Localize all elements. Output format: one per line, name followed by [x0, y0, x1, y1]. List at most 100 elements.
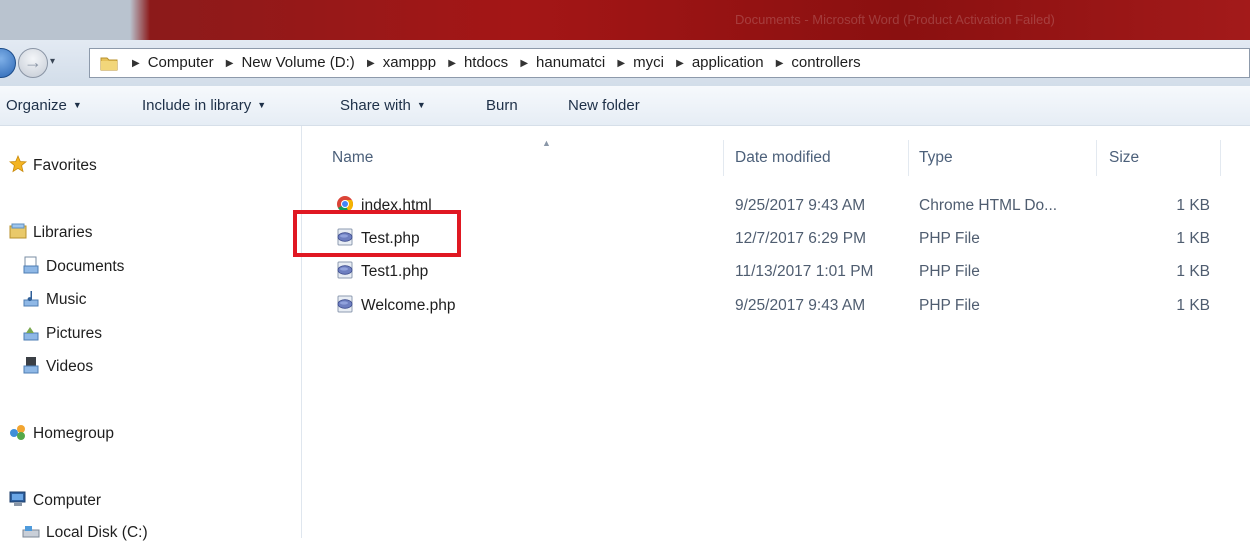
file-date: 11/13/2017 1:01 PM [735, 263, 874, 280]
chrome-icon [337, 196, 353, 212]
nav-item-label: Homegroup [33, 425, 114, 442]
pictures-icon [23, 327, 39, 341]
title-bar: Documents - Microsoft Word (Product Acti… [0, 0, 1250, 40]
chevron-down-icon: ▼ [416, 100, 426, 110]
burn-button[interactable]: Burn [486, 86, 518, 126]
php-file-icon [337, 228, 353, 246]
command-toolbar: Organize ▼ Include in library ▼ Share with… [0, 86, 1250, 126]
file-type: Chrome HTML Do... [919, 197, 1058, 214]
breadcrumb: ▶ Computer ▶ New Volume (D:) ▶ xamppp ▶ htdo… [124, 49, 861, 77]
computer-icon [9, 491, 26, 506]
breadcrumb-separator: ▶ [520, 58, 529, 69]
include-in-library-label: Include in library [142, 97, 252, 114]
forward-button[interactable]: → [18, 48, 48, 78]
breadcrumb-application[interactable]: application [692, 54, 764, 71]
nav-item-pictures[interactable]: Pictures [22, 322, 102, 346]
file-row[interactable]: Test.php 12/7/2017 6:29 PM PHP File 1 KB [302, 222, 1250, 255]
nav-item-favorites[interactable]: Favorites [9, 154, 97, 178]
file-name-cell[interactable]: Test1.php [336, 255, 428, 288]
breadcrumb-new-volume[interactable]: New Volume (D:) [241, 54, 354, 71]
file-size: 1 KB [1176, 230, 1210, 247]
file-row[interactable]: Test1.php 11/13/2017 1:01 PM PHP File 1 … [302, 255, 1250, 288]
breadcrumb-controllers[interactable]: controllers [791, 54, 860, 71]
column-divider[interactable] [1096, 140, 1097, 176]
file-name: Welcome.php [361, 297, 456, 314]
hard-drive-icon [22, 526, 40, 538]
column-header-name[interactable]: Name [332, 146, 373, 170]
new-folder-label: New folder [568, 97, 640, 114]
nav-item-libraries[interactable]: Libraries [9, 221, 92, 245]
file-type: PHP File [919, 230, 980, 247]
column-header-date-modified[interactable]: Date modified [735, 146, 831, 170]
php-file-icon [337, 261, 353, 279]
share-with-label: Share with [340, 97, 411, 114]
php-file-icon [337, 295, 353, 313]
videos-icon [23, 357, 39, 374]
nav-item-music[interactable]: Music [22, 288, 86, 312]
organize-menu[interactable]: Organize ▼ [6, 86, 82, 126]
file-type: PHP File [919, 297, 980, 314]
file-size: 1 KB [1176, 197, 1210, 214]
nav-item-label: Libraries [33, 224, 93, 241]
breadcrumb-separator: ▶ [448, 58, 456, 69]
file-date: 9/25/2017 9:43 AM [735, 297, 866, 314]
new-folder-button[interactable]: New folder [568, 86, 640, 126]
address-bar[interactable]: ▶ Computer ▶ New Volume (D:) ▶ xamppp ▶ htdo… [89, 48, 1250, 78]
include-in-library-menu[interactable]: Include in library ▼ [142, 86, 266, 126]
breadcrumb-separator: ▶ [132, 58, 140, 69]
file-name: Test1.php [361, 263, 429, 280]
breadcrumb-hanumatci[interactable]: hanumatci [536, 54, 605, 71]
folder-icon [100, 57, 118, 71]
chevron-down-icon: ▼ [72, 100, 82, 110]
nav-item-label: Videos [46, 358, 94, 375]
breadcrumb-computer[interactable]: Computer [148, 54, 214, 71]
nav-item-label: Computer [33, 492, 102, 509]
chevron-down-icon: ▼ [257, 100, 267, 110]
breadcrumb-htdocs[interactable]: htdocs [464, 54, 508, 71]
homegroup-icon [10, 425, 25, 440]
navigation-pane: Favorites Libraries Documents Music Pict… [0, 126, 302, 541]
column-divider[interactable] [1220, 140, 1221, 176]
music-icon [23, 291, 39, 307]
documents-icon [23, 256, 39, 274]
breadcrumb-separator: ▶ [366, 58, 375, 69]
breadcrumb-separator: ▶ [676, 58, 684, 69]
recent-pages-button[interactable]: ▾ [50, 56, 60, 68]
file-row[interactable]: index.html 9/25/2017 9:43 AM Chrome HTML… [302, 189, 1250, 222]
file-name-cell[interactable]: Test.php [336, 222, 420, 255]
nav-item-computer[interactable]: Computer [9, 489, 101, 513]
nav-item-homegroup[interactable]: Homegroup [9, 422, 114, 446]
file-name-cell[interactable]: Welcome.php [336, 289, 455, 322]
file-row[interactable]: Welcome.php 9/25/2017 9:43 AM PHP File 1… [302, 289, 1250, 322]
libraries-icon [9, 223, 27, 239]
back-button[interactable] [0, 48, 16, 78]
file-list: ▲ Name Date modified Type Size index.htm… [302, 126, 1250, 538]
column-header-size[interactable]: Size [1109, 146, 1139, 170]
file-name-cell[interactable]: index.html [336, 189, 432, 222]
nav-item-label: Local Disk (C:) [46, 524, 148, 541]
sort-ascending-icon: ▲ [542, 138, 551, 148]
column-divider[interactable] [908, 140, 909, 176]
nav-item-local-disk[interactable]: Local Disk (C:) [22, 521, 148, 545]
forward-arrow-icon: → [24, 52, 42, 72]
chevron-down-icon: ▾ [50, 56, 56, 67]
file-date: 9/25/2017 9:43 AM [735, 197, 866, 214]
file-size: 1 KB [1176, 297, 1210, 314]
burn-label: Burn [486, 97, 518, 114]
nav-item-label: Music [46, 291, 87, 308]
breadcrumb-myci[interactable]: myci [633, 54, 664, 71]
nav-item-videos[interactable]: Videos [22, 355, 93, 379]
share-with-menu[interactable]: Share with ▼ [340, 86, 426, 126]
breadcrumb-separator: ▶ [617, 58, 626, 69]
window-title: Documents - Microsoft Word (Product Acti… [735, 12, 1055, 27]
breadcrumb-xamppp[interactable]: xamppp [383, 54, 436, 71]
nav-item-documents[interactable]: Documents [22, 255, 124, 279]
column-divider[interactable] [723, 140, 724, 176]
nav-item-label: Favorites [33, 157, 97, 174]
organize-label: Organize [6, 97, 67, 114]
file-type: PHP File [919, 263, 980, 280]
column-header-type[interactable]: Type [919, 146, 953, 170]
breadcrumb-separator: ▶ [225, 58, 234, 69]
file-name: Test.php [361, 230, 420, 247]
navigation-bar: → ▾ ▶ Computer ▶ New Volume (D:) ▶ xamppp ▶… [0, 40, 1250, 86]
